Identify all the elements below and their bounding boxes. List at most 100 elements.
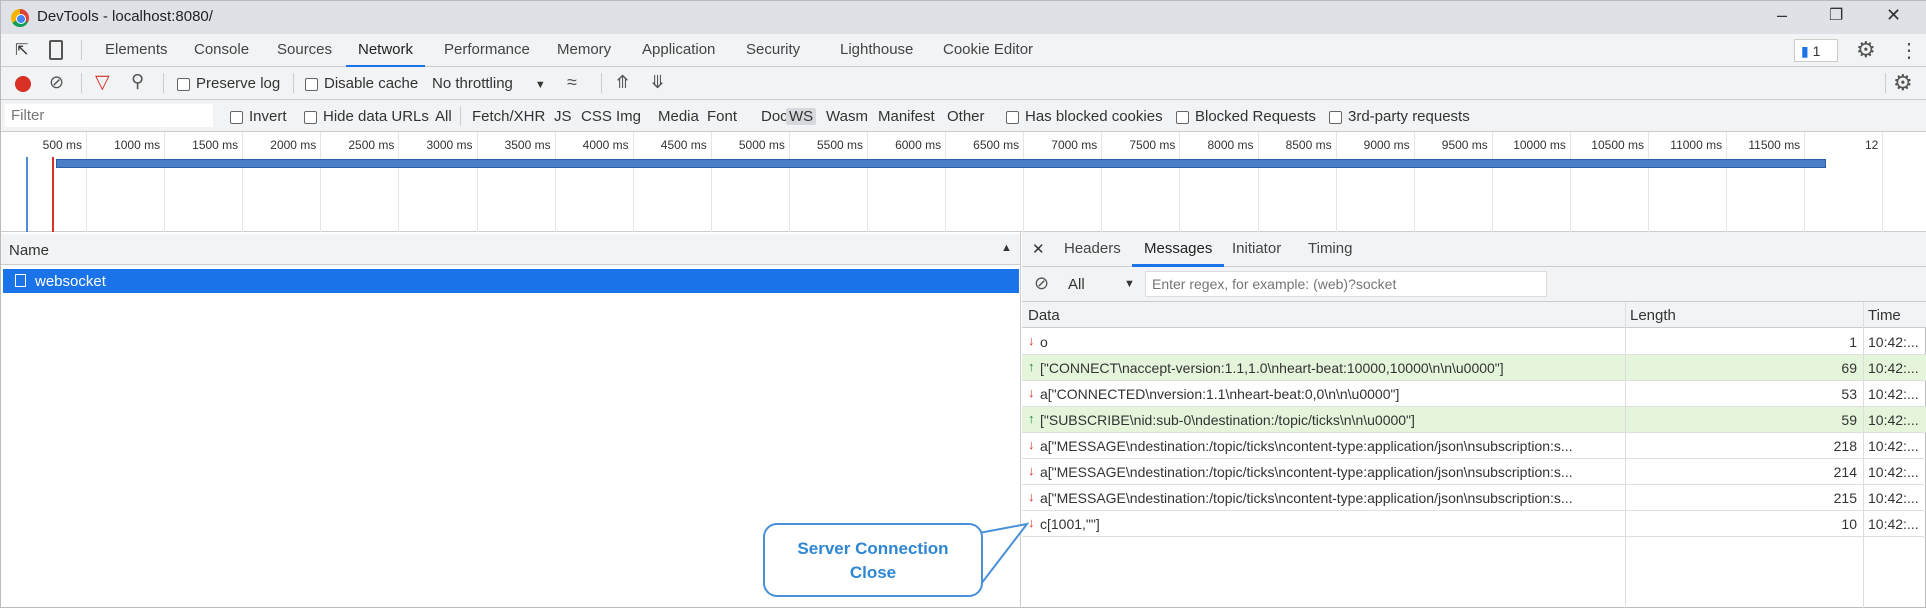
close-detail-icon[interactable]: ✕ xyxy=(1032,240,1045,258)
disable-cache-checkbox[interactable]: Disable cache xyxy=(305,75,418,92)
minimize-button[interactable]: – xyxy=(1777,5,1787,26)
filter-input[interactable] xyxy=(5,104,213,127)
has-blocked-cookies-checkbox[interactable]: Has blocked cookies xyxy=(1006,108,1163,125)
timeline-gridline xyxy=(242,132,244,232)
tab-lighthouse[interactable]: Lighthouse xyxy=(840,41,913,58)
message-time: 10:42:... xyxy=(1868,490,1919,506)
tab-elements[interactable]: Elements xyxy=(105,41,168,58)
invert-checkbox[interactable]: Invert xyxy=(230,108,287,125)
timeline-tick-label: 1500 ms xyxy=(192,138,239,152)
filter-type-other[interactable]: Other xyxy=(947,108,985,125)
preserve-log-checkbox[interactable]: Preserve log xyxy=(177,75,280,92)
detail-tab-messages[interactable]: Messages xyxy=(1131,240,1225,267)
filter-type-img[interactable]: Img xyxy=(616,108,641,125)
timeline-gridline xyxy=(710,132,712,232)
clear-icon[interactable]: ⊘ xyxy=(49,72,64,93)
restore-button[interactable]: ❐ xyxy=(1829,5,1843,25)
network-conditions-icon[interactable]: ≈ xyxy=(567,72,577,93)
message-row[interactable]: ↑ ["SUBSCRIBE\nid:sub-0\ndestination:/top… xyxy=(1022,407,1926,433)
timeline-tick-label: 9000 ms xyxy=(1363,138,1410,152)
message-row[interactable]: ↓ o 1 10:42:... xyxy=(1022,329,1926,355)
record-icon[interactable] xyxy=(15,76,31,92)
timeline-gridline xyxy=(1101,132,1103,232)
export-har-icon[interactable]: ⤋ xyxy=(650,72,665,93)
detail-tabs: ✕ Headers Messages Initiator Timing xyxy=(1022,232,1926,267)
message-row[interactable]: ↓ a["MESSAGE\ndestination:/topic/ticks\nc… xyxy=(1022,433,1926,459)
inspect-element-icon[interactable]: ⇱ xyxy=(15,40,28,60)
import-har-icon[interactable]: ⤊ xyxy=(615,72,630,93)
network-settings-gear-icon[interactable]: ⚙ xyxy=(1893,70,1913,96)
timeline-tick-label: 11000 ms xyxy=(1670,138,1723,152)
tab-security[interactable]: Security xyxy=(746,41,800,58)
timeline-gridline xyxy=(1257,132,1259,232)
filter-type-css[interactable]: CSS xyxy=(581,108,612,125)
timeline-gridline xyxy=(1335,132,1337,232)
websocket-timing-bar xyxy=(56,159,1826,168)
detail-panel: ✕ Headers Messages Initiator Timing ⊘ All ▼ … xyxy=(1022,232,1926,608)
detail-tab-initiator[interactable]: Initiator xyxy=(1232,240,1281,257)
issues-badge[interactable]: ▮ 1 xyxy=(1794,39,1838,62)
close-window-button[interactable]: ✕ xyxy=(1886,5,1901,26)
timeline-gridline xyxy=(1179,132,1181,232)
filter-type-manifest[interactable]: Manifest xyxy=(878,108,935,125)
time-column-header[interactable]: Time xyxy=(1868,307,1901,324)
tab-performance[interactable]: Performance xyxy=(444,41,530,58)
third-party-label: 3rd-party requests xyxy=(1348,108,1470,125)
timeline-gridline xyxy=(86,132,87,232)
message-length: 10 xyxy=(1841,516,1857,532)
data-column-header[interactable]: Data xyxy=(1028,307,1060,324)
filter-type-doc[interactable]: Doc xyxy=(761,108,788,125)
callout-line2: Close xyxy=(849,563,897,582)
message-type-select[interactable]: All ▼ xyxy=(1068,276,1148,293)
length-column-header[interactable]: Length xyxy=(1630,307,1676,324)
message-row[interactable]: ↓ a["MESSAGE\ndestination:/topic/ticks\nc… xyxy=(1022,459,1926,485)
messages-filter-bar: ⊘ All ▼ xyxy=(1022,267,1926,302)
settings-gear-icon[interactable]: ⚙ xyxy=(1856,37,1876,63)
throttling-select[interactable]: No throttling ▼ xyxy=(432,75,546,92)
third-party-checkbox[interactable]: 3rd-party requests xyxy=(1329,108,1470,125)
filter-icon[interactable]: ▽ xyxy=(95,71,110,94)
message-time: 10:42:... xyxy=(1868,464,1919,480)
more-menu-icon[interactable]: ⋮ xyxy=(1899,38,1919,63)
tab-cookie-editor[interactable]: Cookie Editor xyxy=(943,41,1033,58)
hide-data-urls-checkbox[interactable]: Hide data URLs xyxy=(304,108,429,125)
tab-sources[interactable]: Sources xyxy=(277,41,332,58)
detail-tab-headers[interactable]: Headers xyxy=(1064,240,1121,257)
search-icon[interactable]: ⚲ xyxy=(131,71,144,92)
filter-type-js[interactable]: JS xyxy=(554,108,572,125)
clear-messages-icon[interactable]: ⊘ xyxy=(1034,273,1049,294)
timeline-overview[interactable]: 500 ms 1000 ms 1500 ms 2000 ms 2500 ms 3000 m… xyxy=(1,132,1926,232)
tab-network[interactable]: Network xyxy=(345,41,426,68)
blocked-requests-checkbox[interactable]: Blocked Requests xyxy=(1176,108,1316,125)
window-title: DevTools - localhost:8080/ xyxy=(37,8,213,25)
message-data: ["SUBSCRIBE\nid:sub-0\ndestination:/topi… xyxy=(1040,412,1415,428)
timeline-tick-label: 4500 ms xyxy=(660,138,707,152)
message-row[interactable]: ↓ a["CONNECTED\nversion:1.1\nheart-beat:0… xyxy=(1022,381,1926,407)
filter-type-ws[interactable]: WS xyxy=(786,108,817,125)
request-name: websocket xyxy=(35,273,106,290)
timeline-tick-label: 10000 ms xyxy=(1513,138,1566,152)
name-column-header[interactable]: Name ▲ xyxy=(1,234,1020,265)
regex-filter-input[interactable] xyxy=(1145,271,1547,297)
filter-type-fetch-xhr[interactable]: Fetch/XHR xyxy=(472,108,545,125)
timeline-gridline xyxy=(1726,132,1728,232)
message-length: 59 xyxy=(1841,412,1857,428)
filter-bar: Invert Hide data URLs All Fetch/XHR JS CSSI… xyxy=(1,100,1926,132)
timeline-gridline xyxy=(1648,132,1649,232)
device-toolbar-icon[interactable] xyxy=(49,40,63,60)
filter-type-media[interactable]: Media xyxy=(658,108,699,125)
filter-type-font[interactable]: Font xyxy=(707,108,737,125)
tab-memory[interactable]: Memory xyxy=(557,41,611,58)
detail-tab-timing[interactable]: Timing xyxy=(1308,240,1352,257)
message-row[interactable]: ↓ c[1001,""] 10 10:42:... xyxy=(1022,511,1926,537)
message-row[interactable]: ↑ ["CONNECT\naccept-version:1.1,1.0\nhear… xyxy=(1022,355,1926,381)
filter-type-all[interactable]: All xyxy=(435,108,452,125)
message-data: a["CONNECTED\nversion:1.1\nheart-beat:0,… xyxy=(1040,386,1400,402)
message-row[interactable]: ↓ a["MESSAGE\ndestination:/topic/ticks\nc… xyxy=(1022,485,1926,511)
has-blocked-cookies-label: Has blocked cookies xyxy=(1025,108,1163,125)
tab-console[interactable]: Console xyxy=(194,41,249,58)
message-time: 10:42:... xyxy=(1868,360,1919,376)
filter-type-wasm[interactable]: Wasm xyxy=(826,108,868,125)
request-row-websocket[interactable]: websocket xyxy=(3,269,1019,293)
tab-application[interactable]: Application xyxy=(642,41,715,58)
